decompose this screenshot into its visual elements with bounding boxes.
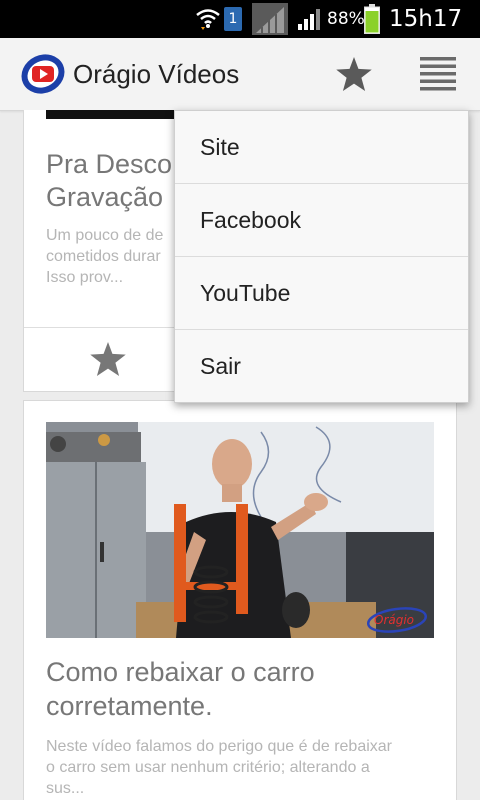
app-title: Orágio Vídeos bbox=[73, 58, 240, 89]
status-bar: 1 88% 15h17 bbox=[0, 0, 480, 38]
star-icon[interactable] bbox=[330, 38, 378, 110]
wifi-icon bbox=[195, 0, 221, 38]
no-signal-icon bbox=[252, 0, 288, 38]
video-description-line: Neste vídeo falamos do perigo que é de r… bbox=[46, 738, 392, 755]
battery-icon bbox=[364, 0, 380, 38]
menu-item-youtube[interactable]: YouTube bbox=[175, 257, 468, 329]
signal-icon bbox=[296, 0, 322, 38]
menu-item-site[interactable]: Site bbox=[175, 111, 468, 183]
play-logo-icon[interactable] bbox=[18, 38, 68, 110]
menu-item-sair[interactable]: Sair bbox=[175, 330, 468, 402]
orágio-watermark-logo: Orágio bbox=[366, 607, 428, 633]
video-thumbnail[interactable]: Orágio bbox=[46, 422, 434, 638]
clock: 15h17 bbox=[389, 6, 463, 32]
video-title-line[interactable]: Pra Desco bbox=[46, 147, 172, 181]
menu-item-facebook[interactable]: Facebook bbox=[175, 184, 468, 256]
video-description-line: Isso prov... bbox=[46, 269, 124, 286]
sim-icon: 1 bbox=[224, 0, 242, 38]
overflow-menu: Site Facebook YouTube Sair bbox=[174, 110, 469, 403]
battery-percent: 88% bbox=[327, 9, 365, 29]
watermark-text: Orágio bbox=[374, 613, 414, 627]
star-icon[interactable] bbox=[90, 342, 126, 381]
action-bar: Orágio Vídeos bbox=[0, 38, 480, 111]
video-description-line: o carro sem usar nenhum critério; altera… bbox=[46, 759, 370, 776]
video-description-line: Um pouco de de bbox=[46, 227, 164, 244]
video-title-line[interactable]: Como rebaixar o carro bbox=[46, 655, 315, 689]
overflow-menu-icon[interactable] bbox=[414, 38, 462, 110]
video-title-line[interactable]: corretamente. bbox=[46, 689, 213, 723]
video-description-line: sus... bbox=[46, 780, 85, 797]
sim-slot-number: 1 bbox=[224, 7, 242, 31]
video-title-line[interactable]: Gravação bbox=[46, 180, 163, 214]
video-description-line: cometidos durar bbox=[46, 248, 161, 265]
video-card[interactable]: Orágio Como rebaixar o carro corretament… bbox=[23, 400, 457, 800]
